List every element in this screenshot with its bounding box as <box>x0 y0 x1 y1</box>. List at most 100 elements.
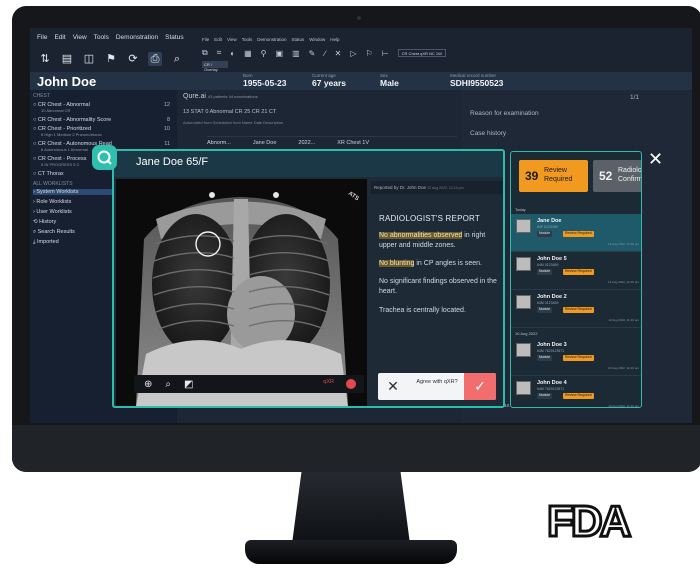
viewer-menu-edit[interactable]: Edit <box>214 37 222 42</box>
sidebar-all-heading: ALL WORKLISTS <box>33 181 73 187</box>
cross-icon[interactable]: ✕ <box>335 49 342 58</box>
ruler-icon[interactable]: ⊢ <box>382 49 389 58</box>
crop-icon[interactable]: ⌗ <box>217 48 222 58</box>
patient-header: John Doe Born 1955-05-23 Current age 67 … <box>30 72 692 90</box>
study-list-title: Qure.ai 43 patients 44 examinations <box>183 93 258 100</box>
tag-icon[interactable]: ⚑ <box>104 52 118 66</box>
finding-3: No significant findings observed in the … <box>379 278 497 295</box>
viewer-menu-tools[interactable]: Tools <box>242 37 253 42</box>
agree-button[interactable]: ✓ <box>464 373 496 400</box>
viewer-menu-status[interactable]: Status <box>292 37 305 42</box>
study-thumbnail <box>516 257 531 271</box>
list-item[interactable]: John Doe 5 64M 0123459 Nodule Review Req… <box>511 252 641 290</box>
fda-logo: FDA <box>546 496 636 545</box>
patient-age: Current age 67 years <box>312 73 347 88</box>
clipboard-icon[interactable]: ⎙ <box>148 52 162 66</box>
hanging-protocol-select[interactable]: CR Chest qXR NC 1W <box>397 49 446 57</box>
menu-tools[interactable]: Tools <box>94 34 109 46</box>
ai-worklist-panel: 39 Review Required 52 Radiolo Confirm To… <box>510 151 642 408</box>
radiologist-report: Reported by Dr. John Doe 12 Aug 2022, 12… <box>371 179 503 406</box>
monitor-stand-base <box>245 540 457 564</box>
stack-icon[interactable]: ⧉ <box>202 48 208 58</box>
patient-sex: Sex Male <box>380 73 399 88</box>
case-history: Case history <box>470 130 507 137</box>
flag-icon[interactable]: ⚐ <box>366 49 373 58</box>
reason-for-examination: Reason for examination <box>470 110 539 117</box>
xray-toolbar: ⊕ ⌕ ◩ qXR <box>134 375 364 393</box>
window-level-icon[interactable]: ◐ <box>230 49 235 58</box>
agree-bar: ✕ Agree with qXR? ✓ <box>378 373 496 400</box>
menu-demonstration[interactable]: Demonstration <box>116 34 158 46</box>
annotate-icon[interactable]: ✎ <box>309 49 316 58</box>
viewer-menu-demonstration[interactable]: Demonstration <box>257 37 286 42</box>
report-title: RADIOLOGIST'S REPORT <box>379 214 480 223</box>
sidebar-item-abnormality-score[interactable]: ○ CR Chest - Abnormality Score 8 <box>33 117 173 123</box>
group-date: 10 Aug 2022 <box>515 331 538 336</box>
reported-by: Reported by Dr. John Doe 12 Aug 2022, 12… <box>371 181 503 194</box>
chart-icon[interactable]: ▥ <box>292 49 300 58</box>
viewer-toolbar: ⧉ ⌗ ◐ ▦ ⚲ ▣ ▥ ✎ ∕ ✕ ▷ ⚐ ⊢ CR Chest qXR N… <box>202 46 532 60</box>
compare-icon[interactable]: ▤ <box>60 52 74 66</box>
disagree-button[interactable]: ✕ <box>378 373 408 400</box>
list-item[interactable]: John Doe 2 64M 0123459 Nodule Review Req… <box>511 290 641 328</box>
zoom-in-icon[interactable]: ⊕ <box>144 379 152 390</box>
viewer-menu-window[interactable]: Window <box>309 37 325 42</box>
contrast-icon[interactable]: ◩ <box>184 379 193 390</box>
finding-4: Trachea is centrally located. <box>379 307 466 314</box>
monitor-chin <box>12 425 700 472</box>
patient-mrn: Medical record number SDHI9550523 <box>450 73 504 88</box>
play-icon[interactable]: ▷ <box>350 49 356 58</box>
monitor-scene: File Edit View Tools Demonstration Statu… <box>0 0 700 573</box>
review-required-tile[interactable]: 39 Review Required <box>519 160 588 192</box>
qxr-review-dialog: Jane Doe 65/F ATS ⊕ ⌕ ◩ qXR Reported by … <box>112 149 505 408</box>
main-menubar: File Edit View Tools Demonstration Statu… <box>30 34 205 46</box>
menu-status[interactable]: Status <box>165 34 183 46</box>
sidebar-item-prioritized[interactable]: ○ CR Chest - Prioritized 10 8 High 1 Mediu… <box>33 126 173 137</box>
study-list-columns: Autorouted from Scheduled from Name Date… <box>183 120 284 125</box>
qxr-overlay-label: qXR <box>323 379 334 385</box>
refresh-icon[interactable]: ⟳ <box>126 52 140 66</box>
study-thumbnail <box>516 343 531 357</box>
viewer-menu-help[interactable]: Help <box>330 37 339 42</box>
tab-cr-overlay[interactable]: CR / Overlay <box>202 61 228 72</box>
magnify-icon[interactable]: ⌕ <box>165 379 171 390</box>
patient-name: John Doe <box>37 74 97 89</box>
qxr-overlay-toggle[interactable] <box>346 379 356 389</box>
sidebar-item-abnormal[interactable]: ○ CR Chest - Abnormal 12 10 Abnormal CR <box>33 102 173 113</box>
list-item[interactable]: John Doe 3 64M 7629123571 Nodule Review … <box>511 338 641 376</box>
menu-view[interactable]: View <box>73 34 87 46</box>
group-today: Today <box>515 207 526 212</box>
page-indicator: 1/1 <box>630 94 640 101</box>
chest-xray-image[interactable]: ATS ⊕ ⌕ ◩ qXR <box>116 179 367 406</box>
viewer-menu-file[interactable]: File <box>202 37 209 42</box>
pin-icon[interactable]: ⚲ <box>261 49 267 58</box>
study-list-stats: 13 STAT 0 Abnormal CR 25 CR 21 CT <box>183 109 277 115</box>
study-thumbnail <box>516 219 531 233</box>
viewer-menubar: File Edit View Tools Demonstration Statu… <box>202 37 340 42</box>
grid-icon[interactable]: ▦ <box>244 49 252 58</box>
dialog-header: Jane Doe 65/F <box>114 151 503 177</box>
patient-born: Born 1955-05-23 <box>243 73 287 88</box>
line-icon[interactable]: ∕ <box>324 49 325 58</box>
dialog-patient-name: Jane Doe 65/F <box>136 156 209 168</box>
viewer-menu-view[interactable]: View <box>227 37 237 42</box>
monitor-stand-neck <box>292 472 410 544</box>
save-icon[interactable]: ▣ <box>276 49 284 58</box>
table-row[interactable]: Abnorm... Jane Doe 2022... XR Chest 1V <box>207 136 457 146</box>
menu-edit[interactable]: Edit <box>54 34 65 46</box>
sidebar-chest-heading: CHEST <box>33 93 50 99</box>
study-thumbnail <box>516 295 531 309</box>
radiologist-confirmed-tile[interactable]: 52 Radiolo Confirm <box>593 160 641 192</box>
menu-file[interactable]: File <box>37 34 47 46</box>
list-item[interactable]: John Doe 4 64M 7629123571 Nodule Review … <box>511 376 641 407</box>
main-toolbar: ⇅ ▤ ◫ ⚑ ⟳ ⎙ ⌕ <box>34 48 204 70</box>
webcam-dot <box>357 16 361 20</box>
worklist-icon[interactable]: ⇅ <box>38 52 52 66</box>
xray-drawing: ATS <box>116 179 367 406</box>
fda-wordmark: FDA <box>547 497 631 544</box>
close-icon[interactable]: ✕ <box>648 150 666 168</box>
layout-icon[interactable]: ◫ <box>82 52 96 66</box>
search-icon[interactable]: ⌕ <box>170 52 184 66</box>
finding-1: No abnormalities observed in right upper… <box>379 232 486 249</box>
list-item[interactable]: Jane Doe 64F 0123459 Nodule Review Requi… <box>511 214 641 252</box>
